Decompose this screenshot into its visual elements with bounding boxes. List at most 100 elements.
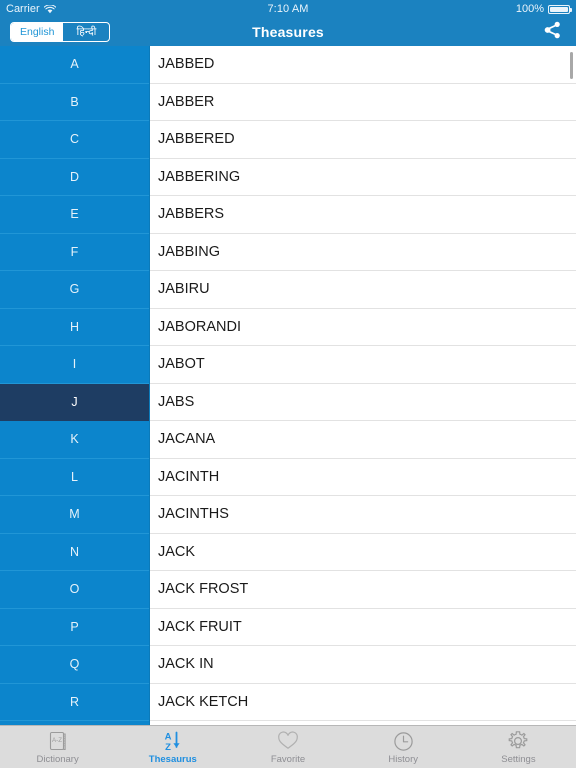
word-label: JABBERED xyxy=(158,131,235,148)
battery-percent-label: 100% xyxy=(515,3,544,15)
alphabet-item-f[interactable]: F xyxy=(0,234,149,271)
word-list-item[interactable]: JABBERED xyxy=(150,121,576,159)
alphabet-item-i[interactable]: I xyxy=(0,346,149,384)
gear-icon xyxy=(507,730,529,753)
word-label: JACK KETCH xyxy=(158,693,249,710)
tab-label-favorite: Favorite xyxy=(270,753,306,765)
word-list-item[interactable]: JACK xyxy=(150,534,576,571)
word-label: JACK FRUIT xyxy=(158,618,242,635)
alphabet-sidebar[interactable]: A B C D E F G H I J K L M N O P Q R xyxy=(0,46,150,725)
alphabet-item-a[interactable]: A xyxy=(0,46,149,84)
tab-label-settings: Settings xyxy=(501,753,536,765)
word-list-item[interactable]: JACK IN xyxy=(150,646,576,684)
word-label: JACINTHS xyxy=(158,506,229,523)
alphabet-item-r[interactable]: R xyxy=(0,684,149,721)
word-list[interactable]: JABBED JABBER JABBERED JABBERING JABBERS JABB… xyxy=(150,46,576,725)
status-bar: Carrier 7:10 AM 100% xyxy=(0,0,576,18)
word-list-item[interactable]: JABBER xyxy=(150,84,576,121)
word-list-item[interactable]: JACK FRUIT xyxy=(150,609,576,646)
status-bar-clock: 7:10 AM xyxy=(267,3,309,15)
alphabet-item-c[interactable]: C xyxy=(0,121,149,159)
alphabet-item-label: G xyxy=(69,282,80,297)
alphabet-item-label: Q xyxy=(69,657,80,672)
alphabet-item-label: B xyxy=(70,94,79,109)
alphabet-item-label: N xyxy=(69,544,80,559)
language-toggle[interactable]: English हिन्दी xyxy=(10,22,111,42)
language-option-hindi[interactable]: हिन्दी xyxy=(63,23,109,41)
word-label: JACK IN xyxy=(158,656,214,673)
word-label: JACINTH xyxy=(158,468,220,485)
tab-favorite[interactable]: Favorite xyxy=(230,726,345,768)
tab-thesaurus[interactable]: A Z Thesaurus xyxy=(115,726,230,768)
word-label: JACK xyxy=(158,543,196,560)
dictionary-book-icon: A-Z xyxy=(48,730,68,753)
tab-label-thesaurus: Thesaurus xyxy=(148,753,197,765)
word-label: JABBED xyxy=(158,56,215,73)
alphabet-item-p[interactable]: P xyxy=(0,609,149,646)
alphabet-item-k[interactable]: K xyxy=(0,421,149,459)
word-list-item[interactable]: JABORANDI xyxy=(150,309,576,346)
language-option-english[interactable]: English xyxy=(11,23,64,41)
clock-icon xyxy=(393,730,414,753)
svg-text:Z: Z xyxy=(165,742,171,752)
alphabet-item-label: R xyxy=(69,694,80,709)
word-label: JABBER xyxy=(158,93,215,110)
content-area: ABCDEFGHIJKLMNOPQR JABBED JABBER JABBERED J… xyxy=(0,46,576,725)
tab-history[interactable]: History xyxy=(346,726,461,768)
alphabet-item-q[interactable]: Q xyxy=(0,646,149,684)
bottom-tab-bar: A-Z Dictionary A Z Thesaurus Favorite Hi… xyxy=(0,725,576,768)
tab-settings[interactable]: Settings xyxy=(461,726,576,768)
alphabet-item-j[interactable]: J xyxy=(0,383,149,421)
status-bar-right: 100% xyxy=(515,3,572,15)
vertical-scrollbar[interactable] xyxy=(570,52,573,79)
word-list-item[interactable]: JACINTHS xyxy=(150,496,576,534)
word-list-item[interactable]: JABBING xyxy=(150,234,576,271)
svg-text:A-Z: A-Z xyxy=(52,737,62,744)
svg-text:A: A xyxy=(164,732,171,743)
sort-az-icon: A Z xyxy=(161,730,185,753)
word-label: JABS xyxy=(158,393,195,410)
alphabet-item-b[interactable]: B xyxy=(0,84,149,121)
alphabet-item-label: C xyxy=(69,132,80,147)
alphabet-item-h[interactable]: H xyxy=(0,309,149,346)
alphabet-item-m[interactable]: M xyxy=(0,496,149,534)
word-list-item[interactable]: JACINTH xyxy=(150,459,576,496)
alphabet-item-label: I xyxy=(72,357,77,372)
word-list-item[interactable]: JACANA xyxy=(150,421,576,459)
word-list-item[interactable]: JABS xyxy=(150,384,576,421)
word-list-item[interactable]: JABIRU xyxy=(150,271,576,309)
alphabet-item-e[interactable]: E xyxy=(0,196,149,234)
alphabet-item-label: A xyxy=(70,57,79,72)
word-label: JABOT xyxy=(158,356,205,373)
tab-label-history: History xyxy=(388,753,418,765)
alphabet-item-g[interactable]: G xyxy=(0,271,149,309)
word-list-item[interactable]: JABBED xyxy=(150,46,576,84)
alphabet-item-l[interactable]: L xyxy=(0,459,149,496)
alphabet-item-label: O xyxy=(69,582,80,597)
word-label: JACANA xyxy=(158,431,216,448)
tab-dictionary[interactable]: A-Z Dictionary xyxy=(0,726,115,768)
battery-full-icon xyxy=(548,4,572,14)
tab-label-dictionary: Dictionary xyxy=(36,753,79,765)
word-list-item[interactable]: JABBERING xyxy=(150,159,576,196)
app-root: Carrier 7:10 AM 100% English हिन्दी Thea… xyxy=(0,0,576,768)
navigation-bar: English हिन्दी Theasures xyxy=(0,18,576,46)
word-list-item[interactable]: JACK LIFT xyxy=(150,721,576,725)
alphabet-item-label: L xyxy=(71,469,78,484)
alphabet-item-d[interactable]: D xyxy=(0,159,149,196)
alphabet-item-label: K xyxy=(70,432,79,447)
word-list-item[interactable]: JACK KETCH xyxy=(150,684,576,721)
alphabet-item-label: H xyxy=(69,319,80,334)
word-list-item[interactable]: JABBERS xyxy=(150,196,576,234)
share-button[interactable] xyxy=(540,21,566,43)
alphabet-item-label: M xyxy=(69,507,80,522)
word-list-item[interactable]: JACK FROST xyxy=(150,571,576,609)
alphabet-item-label: F xyxy=(70,244,79,259)
word-label: JABBING xyxy=(158,243,221,260)
word-label: JABBERS xyxy=(158,206,225,223)
alphabet-item-n[interactable]: N xyxy=(0,534,149,571)
alphabet-item-o[interactable]: O xyxy=(0,571,149,609)
heart-icon xyxy=(277,730,299,753)
word-list-item[interactable]: JABOT xyxy=(150,346,576,384)
word-label: JABBERING xyxy=(158,168,241,185)
